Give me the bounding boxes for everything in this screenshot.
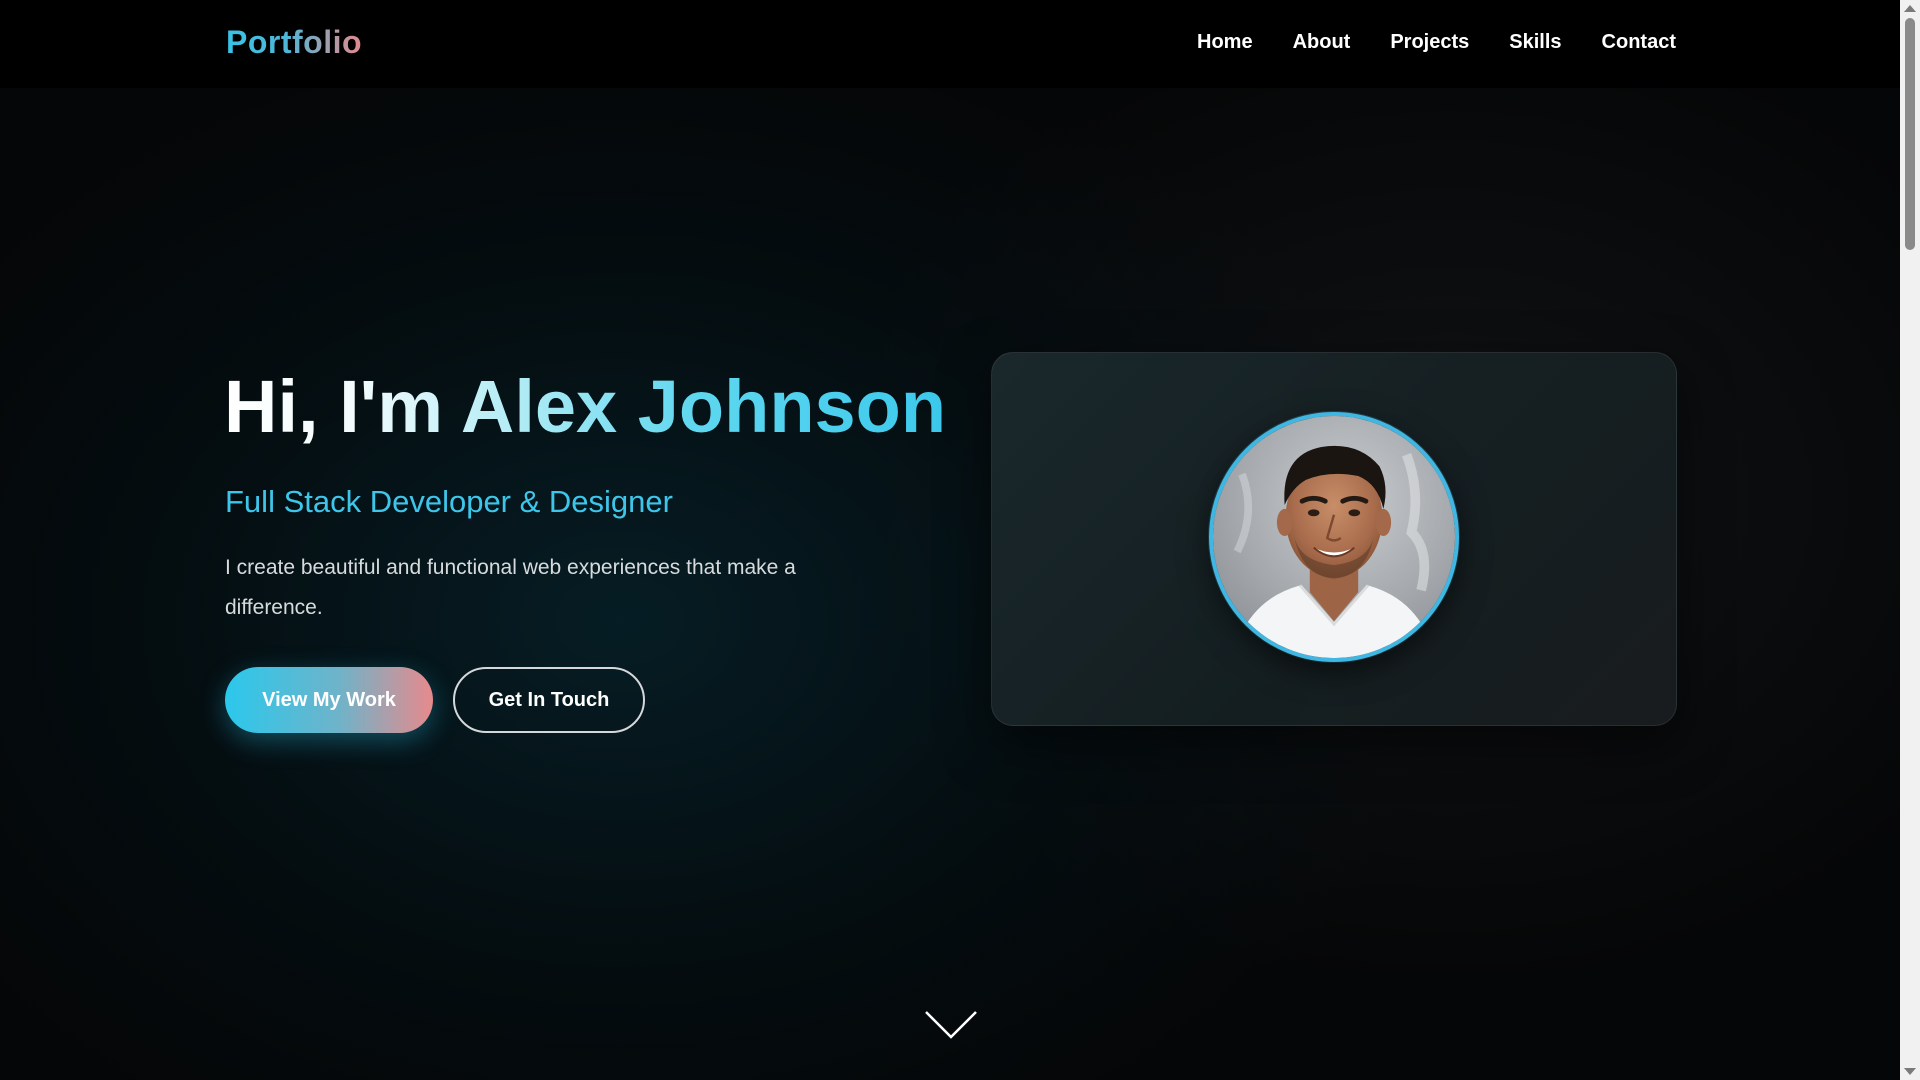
nav-link-projects[interactable]: Projects [1390,31,1469,54]
scroll-up-arrow-icon[interactable] [1904,5,1916,12]
navbar: Portfolio Home About Projects Skills Con… [0,0,1900,88]
hero-description: I create beautiful and functional web ex… [225,556,796,619]
scrollbar[interactable] [1900,0,1920,1080]
nav-link-about[interactable]: About [1293,31,1351,54]
scrollbar-thumb[interactable] [1905,18,1915,250]
hero-subtitle: Full Stack Developer & Designer [225,484,673,519]
avatar [1209,412,1459,662]
scroll-down-chevron-icon[interactable] [924,1010,978,1040]
get-in-touch-button[interactable]: Get In Touch [453,667,645,733]
profile-photo-icon [1213,416,1455,658]
hero-title: Hi, I'm Alex Johnson [224,362,946,452]
nav-link-skills[interactable]: Skills [1509,31,1561,54]
nav-link-home[interactable]: Home [1197,31,1253,54]
view-my-work-button[interactable]: View My Work [225,667,433,733]
profile-card [991,352,1677,726]
scroll-down-arrow-icon[interactable] [1904,1068,1916,1075]
page: Portfolio Home About Projects Skills Con… [0,0,1920,1080]
nav-link-contact[interactable]: Contact [1602,31,1676,54]
nav-links: Home About Projects Skills Contact [1197,31,1676,54]
logo[interactable]: Portfolio [226,24,362,61]
